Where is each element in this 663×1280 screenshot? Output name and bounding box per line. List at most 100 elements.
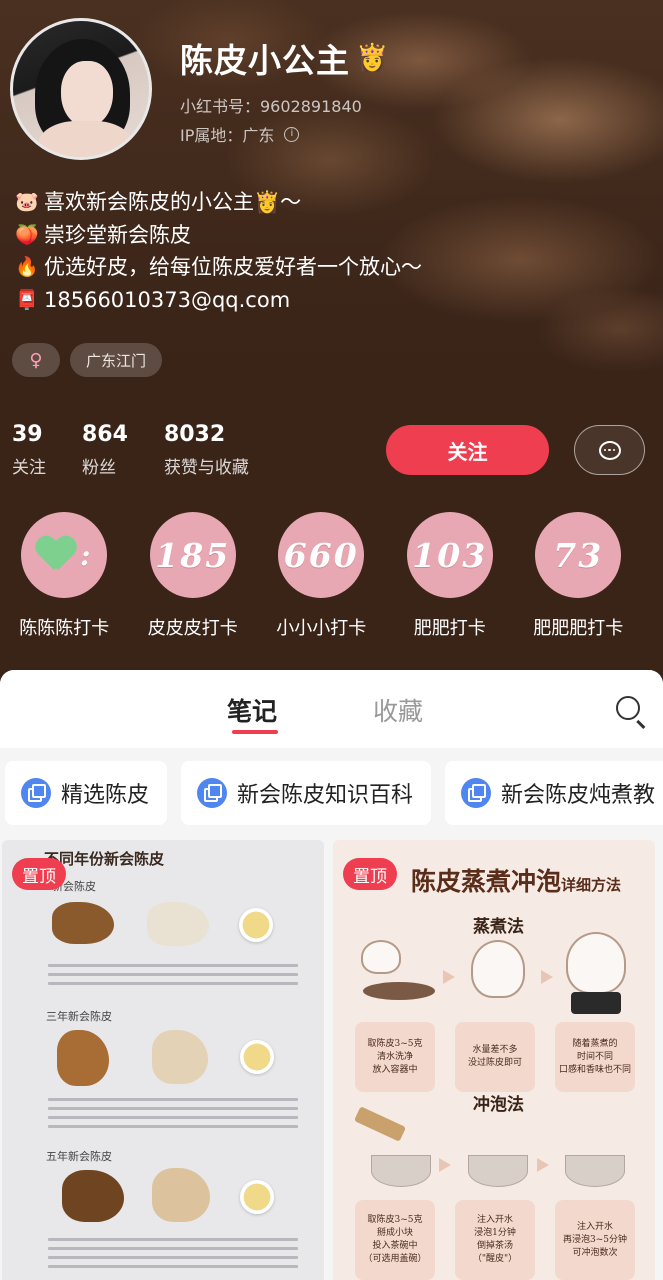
peel-image — [52, 902, 114, 944]
collection-chip[interactable]: 精选陈皮 — [5, 761, 168, 825]
collection-chip[interactable]: 新会陈皮知识百科 — [181, 761, 432, 825]
collection-icon — [197, 778, 228, 808]
arrow-icon — [443, 970, 455, 984]
highlight-item[interactable]: 103 肥肥打卡 — [386, 512, 515, 640]
stat-number: 39 — [12, 422, 43, 447]
highlight-item[interactable]: 73 肥肥肥打卡 — [514, 512, 643, 640]
collection-label: 精选陈皮 — [61, 783, 150, 808]
peel-image — [62, 1170, 124, 1222]
step-box: 取陈皮3~5克 掰成小块 投入茶碗中 （可选用盖碗） — [355, 1200, 435, 1280]
note-text-lines — [48, 1098, 298, 1134]
peel-image — [147, 902, 209, 946]
fire-icon: 🔥 — [15, 256, 39, 278]
avatar-face — [61, 61, 113, 127]
tab-notes[interactable]: 笔记 — [227, 692, 277, 728]
stove-image — [571, 992, 621, 1014]
bio-text: 喜欢新会陈皮的小公主👸～ — [44, 190, 302, 214]
step-box: 注入开水 再浸泡3~5分钟 可冲泡数次 — [555, 1200, 635, 1280]
tab-bar: 笔记 收藏 — [0, 670, 663, 748]
pinned-badge: 置顶 — [12, 858, 66, 890]
ip-location-row: IP属地：广东 i — [180, 122, 300, 146]
pinned-badge: 置顶 — [343, 858, 397, 890]
avatar[interactable] — [10, 18, 152, 160]
stat-followers[interactable]: 864 粉丝 — [82, 422, 128, 478]
crown-emoji-icon: 👸 — [356, 43, 390, 73]
bio-text: 优选好皮，给每位陈皮爱好者一个放心～ — [44, 255, 422, 279]
highlight-item[interactable]: 185 皮皮皮打卡 — [129, 512, 258, 640]
follow-button[interactable]: 关注 — [386, 425, 549, 475]
collection-label: 新会陈皮炖煮教 — [501, 783, 656, 808]
note-section: 五年新会陈皮 — [46, 1150, 112, 1163]
stat-number: 864 — [82, 422, 128, 447]
bio-text: 18566010373@qq.com — [44, 287, 291, 312]
peach-icon: 🍑 — [15, 223, 39, 246]
highlight-item[interactable]: 660 小小小打卡 — [257, 512, 386, 640]
highlight-cover-content: : — [36, 537, 92, 573]
highlight-cover: : — [21, 512, 108, 598]
peel-image — [57, 1030, 109, 1086]
bio-text: 崇珍堂新会陈皮 — [44, 222, 191, 247]
red-id[interactable]: 小红书号：9602891840 — [180, 93, 362, 117]
green-heart-icon — [36, 537, 76, 573]
location-tag: 广东江门 — [70, 343, 163, 377]
bio-line: 🍑 崇珍堂新会陈皮 — [14, 219, 422, 252]
note-section: 冲泡法 — [473, 1095, 524, 1115]
stat-label: 关注 — [12, 458, 46, 478]
step-box: 取陈皮3~5克 清水洗净 放入容器中 — [355, 1022, 435, 1092]
highlight-cover: 73 — [535, 512, 622, 598]
note-text-lines — [48, 1238, 298, 1274]
collection-chip[interactable]: 新会陈皮炖煮教 — [445, 761, 663, 825]
note-title: 陈皮蒸煮冲泡详细方法 — [411, 862, 621, 898]
note-section: 三年新会陈皮 — [46, 1010, 112, 1023]
highlight-stories: : 陈陈陈打卡 185 皮皮皮打卡 660 小小小打卡 103 肥肥打卡 73 … — [0, 512, 663, 640]
ip-location: IP属地：广东 — [180, 126, 275, 145]
step-box: 随着蒸煮的 时间不同 口感和香味也不同 — [555, 1022, 635, 1092]
profile-stats: 39 关注 864 粉丝 8032 获赞与收藏 — [12, 422, 249, 478]
stat-following[interactable]: 39 关注 — [12, 422, 46, 478]
info-icon[interactable]: i — [284, 126, 300, 142]
profile-name-row: 陈皮小公主 👸 — [180, 34, 389, 82]
note-card[interactable]: 陈皮蒸煮冲泡详细方法 蒸煮法 取陈皮3~5克 清水洗净 放入容器中 水量差不多 … — [333, 840, 655, 1280]
content-panel: 笔记 收藏 精选陈皮 新会陈皮知识百科 新会陈皮炖煮教 不同年份新会陈皮 新会陈… — [0, 670, 663, 1280]
highlight-label: 小小小打卡 — [276, 618, 367, 639]
tea-cup-image — [239, 908, 273, 942]
teapot-image — [471, 940, 525, 998]
highlight-label: 皮皮皮打卡 — [147, 618, 238, 639]
note-text-lines — [48, 964, 298, 991]
tea-bowl-image — [468, 1155, 528, 1187]
pig-icon: 🐷 — [15, 191, 39, 213]
search-icon[interactable] — [616, 696, 640, 720]
collection-chips: 精选陈皮 新会陈皮知识百科 新会陈皮炖煮教 — [5, 761, 663, 825]
note-section: 蒸煮法 — [473, 917, 524, 937]
highlight-value: : — [80, 538, 93, 572]
tab-collections[interactable]: 收藏 — [373, 692, 423, 728]
highlight-cover: 103 — [406, 512, 493, 598]
collection-label: 新会陈皮知识百科 — [237, 783, 414, 808]
stat-likes-collects[interactable]: 8032 获赞与收藏 — [164, 422, 249, 478]
highlight-cover: 185 — [149, 512, 236, 598]
message-button[interactable] — [574, 425, 645, 475]
step-box: 注入开水 浸泡1分钟 倒掉茶汤 （"醒皮"） — [455, 1200, 535, 1280]
bio-line: 📮 18566010373@qq.com — [14, 284, 422, 317]
peel-image — [152, 1168, 210, 1222]
bio-line: 🔥 优选好皮，给每位陈皮爱好者一个放心～ — [14, 251, 422, 284]
bio: 🐷 喜欢新会陈皮的小公主👸～ 🍑 崇珍堂新会陈皮 🔥 优选好皮，给每位陈皮爱好者… — [14, 186, 422, 316]
arrow-icon — [439, 1158, 451, 1172]
plate-image — [363, 982, 435, 1000]
chat-bubble-icon — [598, 440, 621, 460]
note-card[interactable]: 不同年份新会陈皮 新会陈皮 三年新会陈皮 五年新会陈皮 置顶 — [2, 840, 324, 1280]
active-tab-indicator — [232, 730, 278, 734]
highlight-item[interactable]: : 陈陈陈打卡 — [0, 512, 129, 640]
collection-icon — [461, 778, 492, 808]
tea-bowl-image — [565, 1155, 625, 1187]
tea-bowl-image — [371, 1155, 431, 1187]
arrow-icon — [541, 970, 553, 984]
highlight-label: 肥肥打卡 — [413, 618, 486, 639]
highlight-cover: 660 — [278, 512, 365, 598]
mailbox-icon: 📮 — [15, 288, 39, 311]
tea-package-image — [353, 1106, 407, 1142]
kettle-image — [361, 940, 401, 974]
profile-name: 陈皮小公主 — [180, 41, 350, 80]
tea-cup-image — [240, 1040, 274, 1074]
step-box: 水量差不多 没过陈皮即可 — [455, 1022, 535, 1092]
